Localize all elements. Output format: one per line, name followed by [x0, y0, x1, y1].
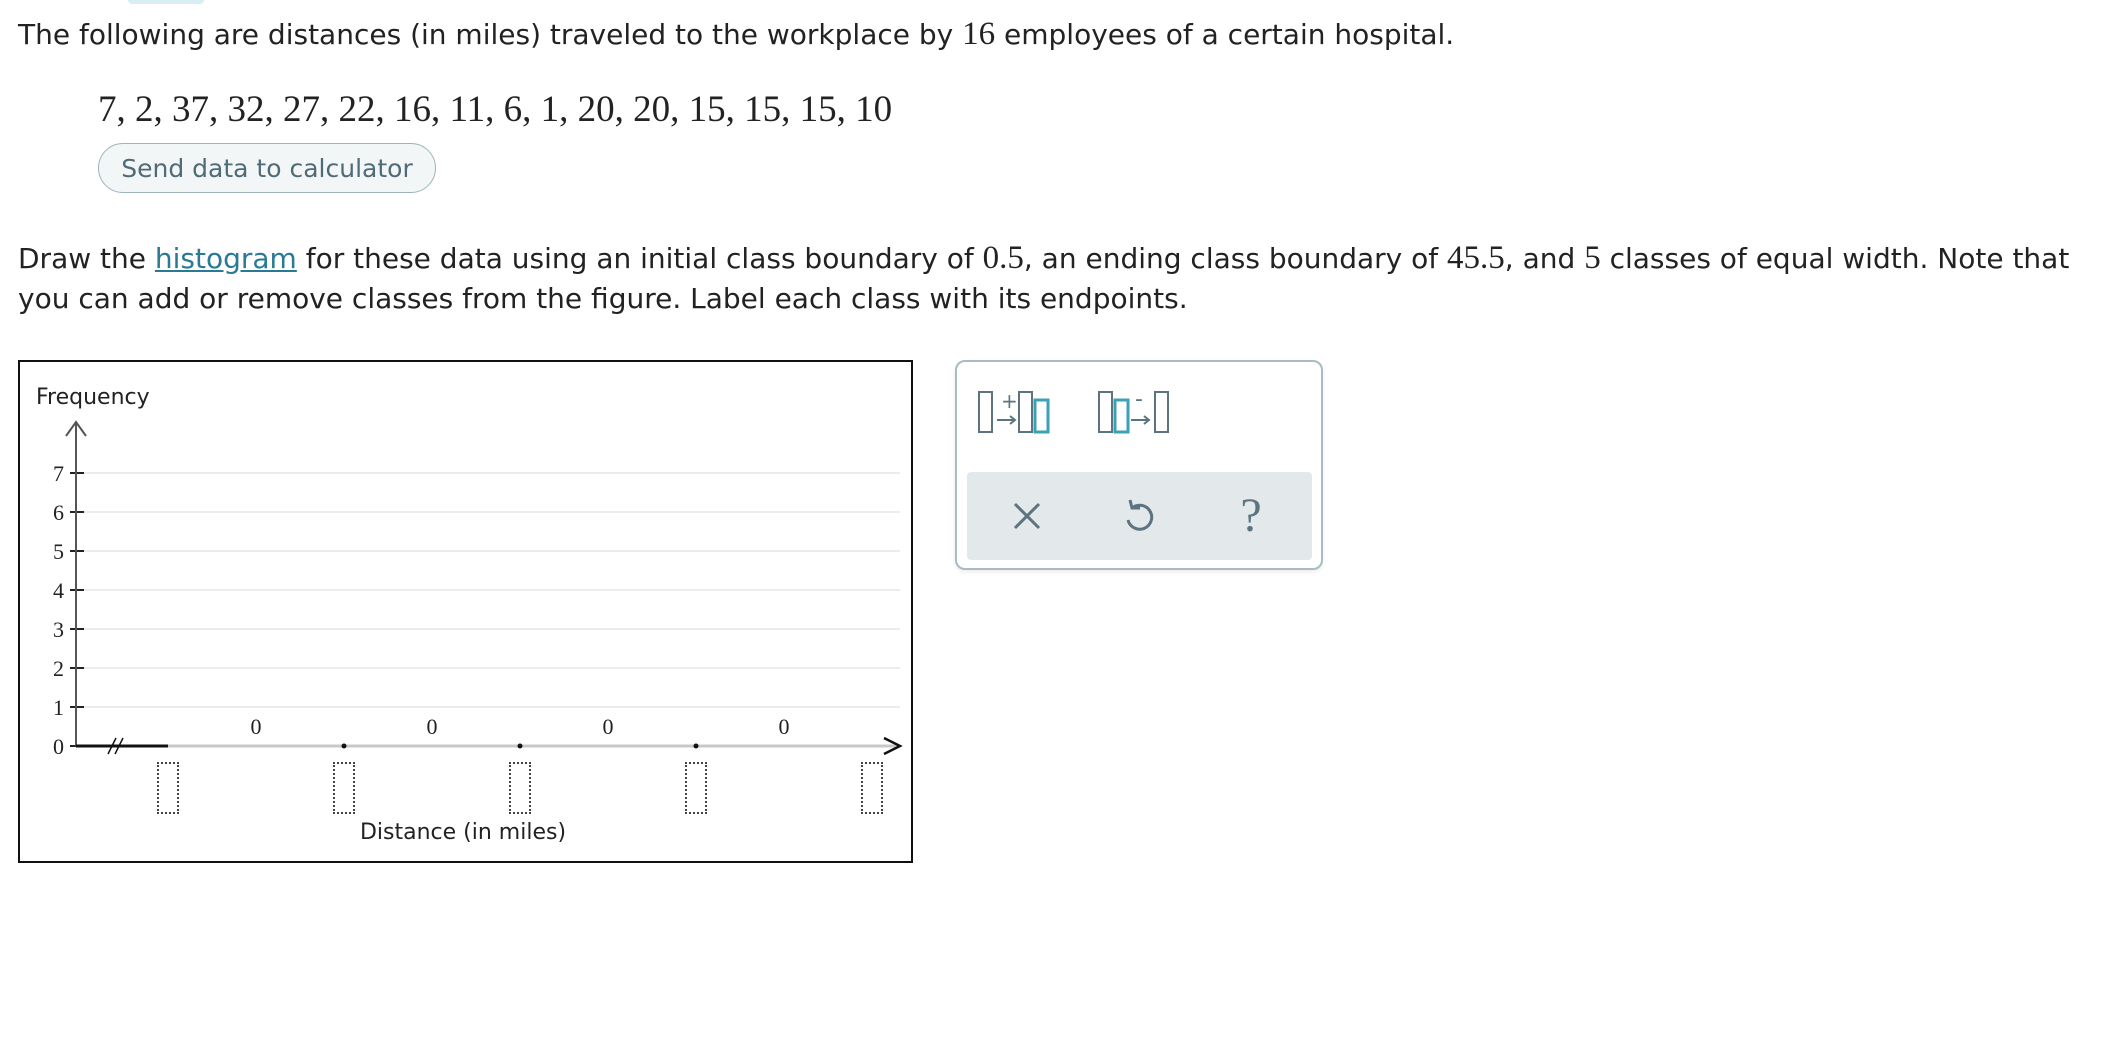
y-axis-title: Frequency	[36, 385, 150, 410]
data-values: 7, 2, 37, 32, 27, 22, 16, 11, 6, 1, 20, …	[98, 89, 893, 130]
histogram-link[interactable]: histogram	[155, 242, 297, 275]
tool-panel: + - ?	[955, 360, 1323, 570]
x-icon	[1013, 502, 1041, 530]
question-icon: ?	[1240, 489, 1262, 542]
ending-boundary: 45.5	[1447, 240, 1505, 276]
y-tick-label: 2	[53, 656, 64, 681]
y-tick-label: 3	[53, 617, 64, 642]
send-data-button[interactable]: Send data to calculator	[98, 143, 436, 193]
initial-boundary: 0.5	[982, 240, 1024, 276]
undo-button[interactable]	[1109, 486, 1169, 546]
bar-value-label: 0	[427, 714, 438, 739]
class-boundary-dot	[517, 743, 523, 749]
add-class-icon: +	[978, 389, 1050, 434]
instr-part-4: , and	[1504, 242, 1585, 275]
bar-value-label: 0	[779, 714, 790, 739]
problem-intro: The following are distances (in miles) t…	[18, 14, 1454, 55]
class-boundary-dot	[341, 743, 347, 749]
class-endpoint-input[interactable]	[157, 762, 179, 814]
y-tick-label: 1	[53, 695, 64, 720]
histogram-graph[interactable]: Frequency Distance (in miles) 0 1 2 3 4 5 6 7 0 0…	[18, 360, 913, 863]
bar-value-label: 0	[603, 714, 614, 739]
top-tab-indicator	[128, 0, 204, 4]
remove-class-icon: -	[1098, 387, 1169, 434]
instr-part-3: , an ending class boundary of	[1023, 242, 1448, 275]
y-tick-label: 4	[53, 578, 64, 603]
y-tick-label: 5	[53, 539, 64, 564]
clear-button[interactable]	[997, 486, 1057, 546]
instructions: Draw the histogram for these data using …	[18, 238, 2118, 319]
svg-text:+: +	[1001, 389, 1018, 413]
instr-part-2: for these data using an initial class bo…	[296, 242, 983, 275]
add-class-button[interactable]: +	[975, 380, 1065, 440]
remove-class-button[interactable]: -	[1095, 380, 1185, 440]
class-endpoint-input[interactable]	[509, 762, 531, 814]
class-endpoint-input[interactable]	[861, 762, 883, 814]
bar-value-label: 0	[251, 714, 262, 739]
y-tick-label: 0	[53, 734, 64, 759]
tool-footer: ?	[967, 472, 1312, 560]
class-endpoint-input[interactable]	[333, 762, 355, 814]
svg-text:-: -	[1135, 387, 1143, 412]
class-endpoint-input[interactable]	[685, 762, 707, 814]
class-boundary-dot	[693, 743, 699, 749]
y-tick-label: 7	[53, 461, 64, 486]
employee-count: 16	[962, 16, 996, 52]
intro-text-after: employees of a certain hospital.	[995, 18, 1455, 51]
intro-text-before: The following are distances (in miles) t…	[18, 18, 963, 51]
help-button[interactable]: ?	[1221, 486, 1281, 546]
num-classes: 5	[1584, 240, 1601, 276]
x-axis-title: Distance (in miles)	[360, 820, 566, 845]
y-tick-label: 6	[53, 500, 64, 525]
histogram-canvas[interactable]: Frequency Distance (in miles) 0 1 2 3 4 5 6 7 0 0…	[20, 362, 911, 861]
undo-icon	[1126, 499, 1154, 531]
instr-part-1: Draw the	[18, 242, 155, 275]
